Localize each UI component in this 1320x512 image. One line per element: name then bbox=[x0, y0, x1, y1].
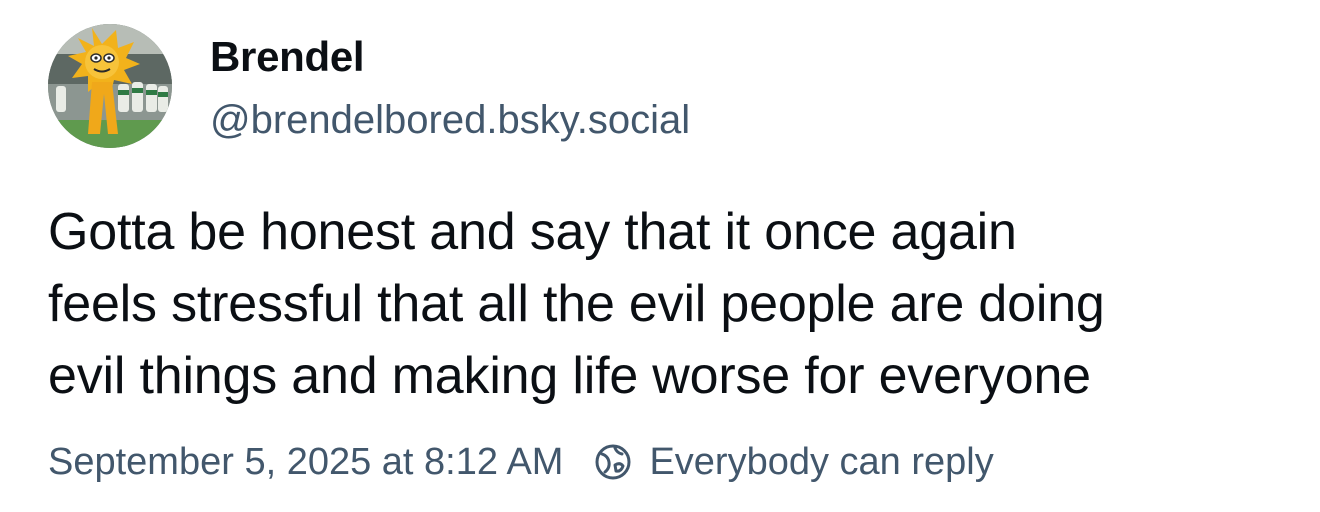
globe-icon bbox=[593, 442, 633, 482]
reply-settings-label: Everybody can reply bbox=[649, 440, 994, 483]
author-handle[interactable]: @brendelbored.bsky.social bbox=[210, 100, 690, 140]
post-card: Brendel @brendelbored.bsky.social Gotta … bbox=[0, 0, 1320, 512]
post-meta: September 5, 2025 at 8:12 AM Everybody c… bbox=[48, 440, 994, 484]
post-text: Gotta be honest and say that it once aga… bbox=[48, 203, 1105, 405]
post-timestamp[interactable]: September 5, 2025 at 8:12 AM bbox=[48, 441, 563, 484]
reply-settings[interactable]: Everybody can reply bbox=[593, 440, 994, 484]
author-display-name[interactable]: Brendel bbox=[210, 36, 365, 78]
avatar-image bbox=[48, 24, 172, 148]
avatar[interactable] bbox=[48, 24, 172, 148]
